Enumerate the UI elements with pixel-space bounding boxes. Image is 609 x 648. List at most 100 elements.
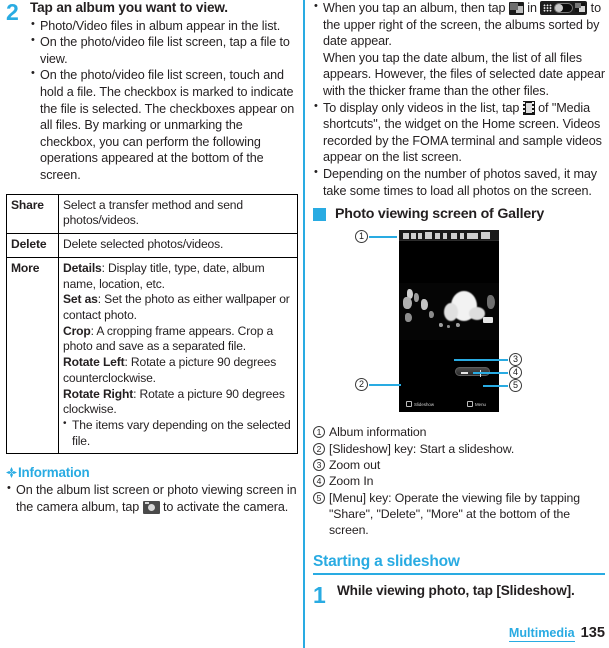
square-bullet-icon <box>313 207 326 221</box>
list-item: 3 Zoom out <box>313 457 605 473</box>
slideshow-icon <box>406 401 412 408</box>
table-cell-key: Delete <box>6 233 59 258</box>
callout-4: 4 <box>509 366 522 380</box>
callout-5: 5 <box>509 379 522 393</box>
table-row: Share Select a transfer method and send … <box>6 193 298 235</box>
entry-term: Crop <box>63 323 91 338</box>
step-title: Tap an album you want to view. <box>30 0 228 15</box>
table-cell-key: More <box>6 256 59 455</box>
menu-key[interactable]: Menu <box>467 399 486 409</box>
entry: Rotate Right: Rotate a picture 90 degree… <box>63 387 293 418</box>
list-item: Depending on the number of photos saved,… <box>313 165 605 199</box>
menu-icon <box>467 401 474 408</box>
bullet-text: in <box>527 1 537 15</box>
leader-line-3 <box>454 359 508 362</box>
list-item: When you tap an album, then tap in to th… <box>313 0 605 100</box>
list-item: To display only videos in the list, tap … <box>313 99 605 166</box>
list-item: 5 [Menu] key: Operate the viewing file by… <box>313 490 605 539</box>
bullet-text: Depending on the number of photos saved,… <box>323 167 597 198</box>
left-column: 2 Tap an album you want to view. Photo/V… <box>6 0 298 648</box>
entry-desc: : A cropping frame appears. Crop a photo… <box>63 323 274 354</box>
legend-number: 2 <box>313 442 325 455</box>
page-footer: Multimedia 135 <box>508 625 605 642</box>
table-row: More Details: Display title, type, date,… <box>6 256 298 455</box>
leader-line-2 <box>369 384 401 387</box>
table-cell-value: Details: Display title, type, date, albu… <box>58 256 298 455</box>
legend-text: Zoom In <box>329 474 374 489</box>
step-bullet-list: Photo/Video files in album appear in the… <box>30 17 298 184</box>
entry-term: Rotate Left <box>63 355 125 370</box>
zoom-out-icon[interactable] <box>461 372 468 374</box>
table-cell-value: Select a transfer method and send photos… <box>58 193 298 235</box>
leader-line-4 <box>473 372 508 375</box>
step-title: While viewing photo, tap [Slideshow]. <box>337 582 575 598</box>
legend-text: Zoom out <box>329 458 381 472</box>
bullet-text: To display only videos in the list, tap <box>323 100 520 115</box>
photo-content <box>399 283 499 341</box>
slideshow-label: Slideshow <box>414 401 435 407</box>
slideshow-key[interactable]: Slideshow <box>406 399 434 409</box>
legend-text: Album information <box>329 425 427 440</box>
list-item: The items vary depending on the selected… <box>63 417 293 449</box>
table-cell-key: Share <box>6 193 59 235</box>
entry-term: Details <box>63 260 102 275</box>
entry-term: Set as <box>63 292 98 307</box>
diamond-flower-icon <box>6 467 17 479</box>
bullet-text: When you tap an album, then tap <box>323 1 506 15</box>
legend-number: 5 <box>313 491 325 504</box>
information-heading-label: Information <box>18 465 90 481</box>
entry: Crop: A cropping frame appears. Crop a p… <box>63 324 293 355</box>
page-number: 135 <box>580 625 605 641</box>
information-bullets: On the album list screen or photo viewin… <box>6 481 298 515</box>
list-item: 1 Album information <box>313 424 605 440</box>
status-bar <box>399 230 499 242</box>
step-number: 1 <box>313 581 326 608</box>
table-row: Delete Delete selected photos/videos. <box>6 233 298 258</box>
entry: Details: Display title, type, date, albu… <box>63 261 293 292</box>
callout-3: 3 <box>509 353 522 367</box>
legend-number: 4 <box>313 475 325 488</box>
view-toggle-icon <box>540 1 588 15</box>
entry-term: Rotate Right <box>63 386 134 401</box>
slideshow-section-heading: Starting a slideshow <box>313 553 605 575</box>
info-text-post: to activate the camera. <box>163 500 289 515</box>
leader-line-1 <box>369 236 397 239</box>
section-heading-label: Photo viewing screen of Gallery <box>335 206 545 223</box>
callout-2: 2 <box>355 378 368 392</box>
figure-legend: 1 Album information 2 [Slideshow] key: Sta… <box>313 424 605 538</box>
list-item: On the album list screen or photo viewin… <box>6 481 298 515</box>
right-column: When you tap an album, then tap in to th… <box>313 0 605 648</box>
list-item: On the photo/video file list screen, tou… <box>30 66 298 183</box>
film-strip-icon <box>522 100 535 115</box>
camera-icon <box>142 501 160 515</box>
legend-text: [Menu] key: Operate the viewing file by … <box>329 490 580 538</box>
manual-page: 2 Tap an album you want to view. Photo/V… <box>0 0 609 648</box>
gallery-screen-figure: Slideshow Menu 1 2 3 4 5 <box>313 226 605 418</box>
legend-text: [Slideshow] key: Start a slideshow. <box>329 441 515 456</box>
callout-1: 1 <box>355 230 368 244</box>
step-number: 2 <box>6 0 19 25</box>
entry-note-list: The items vary depending on the selected… <box>63 417 293 449</box>
column-divider <box>303 0 305 648</box>
bullet-continuation: When you tap the date album, the list of… <box>323 50 605 99</box>
list-item: 4 Zoom In <box>313 473 605 489</box>
menu-label: Menu <box>475 401 486 407</box>
list-item: Photo/Video files in album appear in the… <box>30 17 298 35</box>
step-1: 1 While viewing photo, tap [Slideshow]. <box>313 583 605 607</box>
section-heading: Photo viewing screen of Gallery <box>313 206 605 222</box>
options-table: Share Select a transfer method and send … <box>6 193 298 455</box>
entry: Set as: Set the photo as either wallpape… <box>63 292 293 323</box>
entry: Rotate Left: Rotate a picture 90 degrees… <box>63 355 293 386</box>
step-body: Tap an album you want to view. Photo/Vid… <box>30 0 298 184</box>
list-item: 2 [Slideshow] key: Start a slideshow. <box>313 441 605 457</box>
gallery-grid-icon <box>508 2 524 15</box>
legend-number: 1 <box>313 426 325 439</box>
leader-line-5 <box>483 385 508 388</box>
step-body: While viewing photo, tap [Slideshow]. <box>337 583 605 601</box>
table-cell-value: Delete selected photos/videos. <box>58 233 298 258</box>
chapter-label: Multimedia <box>508 626 575 642</box>
right-bullet-list: When you tap an album, then tap in to th… <box>313 0 605 199</box>
step-2: 2 Tap an album you want to view. Photo/V… <box>6 0 298 184</box>
entry-desc: : Set the photo as either wallpaper or c… <box>63 292 290 322</box>
information-heading: Information <box>6 465 298 480</box>
